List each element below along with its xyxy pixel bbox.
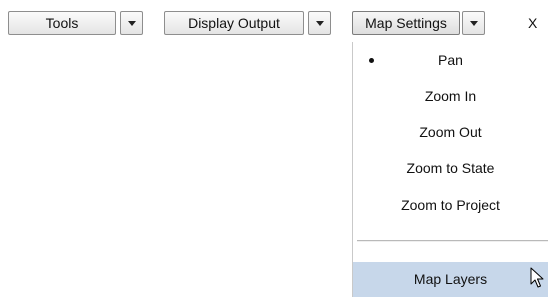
chevron-down-icon (469, 20, 478, 26)
display-output-button-label: Display Output (188, 15, 280, 31)
tools-button-label: Tools (45, 15, 79, 31)
menu-item-label: Zoom to Project (401, 197, 500, 213)
menu-item-label: Zoom In (424, 88, 477, 104)
chevron-down-icon (127, 20, 136, 26)
bullet-icon (369, 58, 374, 63)
menu-item-zoom-out[interactable]: Zoom Out (353, 116, 548, 148)
map-settings-button[interactable]: Map Settings (352, 11, 460, 35)
menu-item-zoom-in[interactable]: Zoom In (353, 80, 548, 112)
menu-item-zoom-to-project[interactable]: Zoom to Project (353, 189, 548, 221)
menu-item-label: Zoom Out (419, 124, 482, 140)
menu-item-zoom-to-state[interactable]: Zoom to State (353, 152, 548, 184)
menu-item-map-layers[interactable]: Map Layers (353, 262, 548, 297)
tools-button[interactable]: Tools (8, 11, 116, 35)
menu-item-label: Zoom to State (406, 160, 495, 176)
map-settings-menu: Pan Zoom In Zoom Out Zoom to State Zoom … (352, 42, 548, 297)
mouse-pointer-icon (530, 267, 544, 288)
menu-item-label: Pan (438, 52, 463, 68)
map-settings-dropdown-button[interactable] (462, 11, 485, 35)
tools-dropdown-button[interactable] (120, 11, 143, 35)
display-output-dropdown-button[interactable] (308, 11, 331, 35)
toolbar-trailing-label[interactable]: X (528, 11, 537, 35)
menu-item-label: Map Layers (413, 271, 488, 287)
chevron-down-icon (315, 20, 324, 26)
map-settings-button-label: Map Settings (365, 15, 447, 31)
menu-separator (357, 240, 548, 242)
menu-item-pan[interactable]: Pan (353, 44, 548, 76)
display-output-button[interactable]: Display Output (164, 11, 304, 35)
